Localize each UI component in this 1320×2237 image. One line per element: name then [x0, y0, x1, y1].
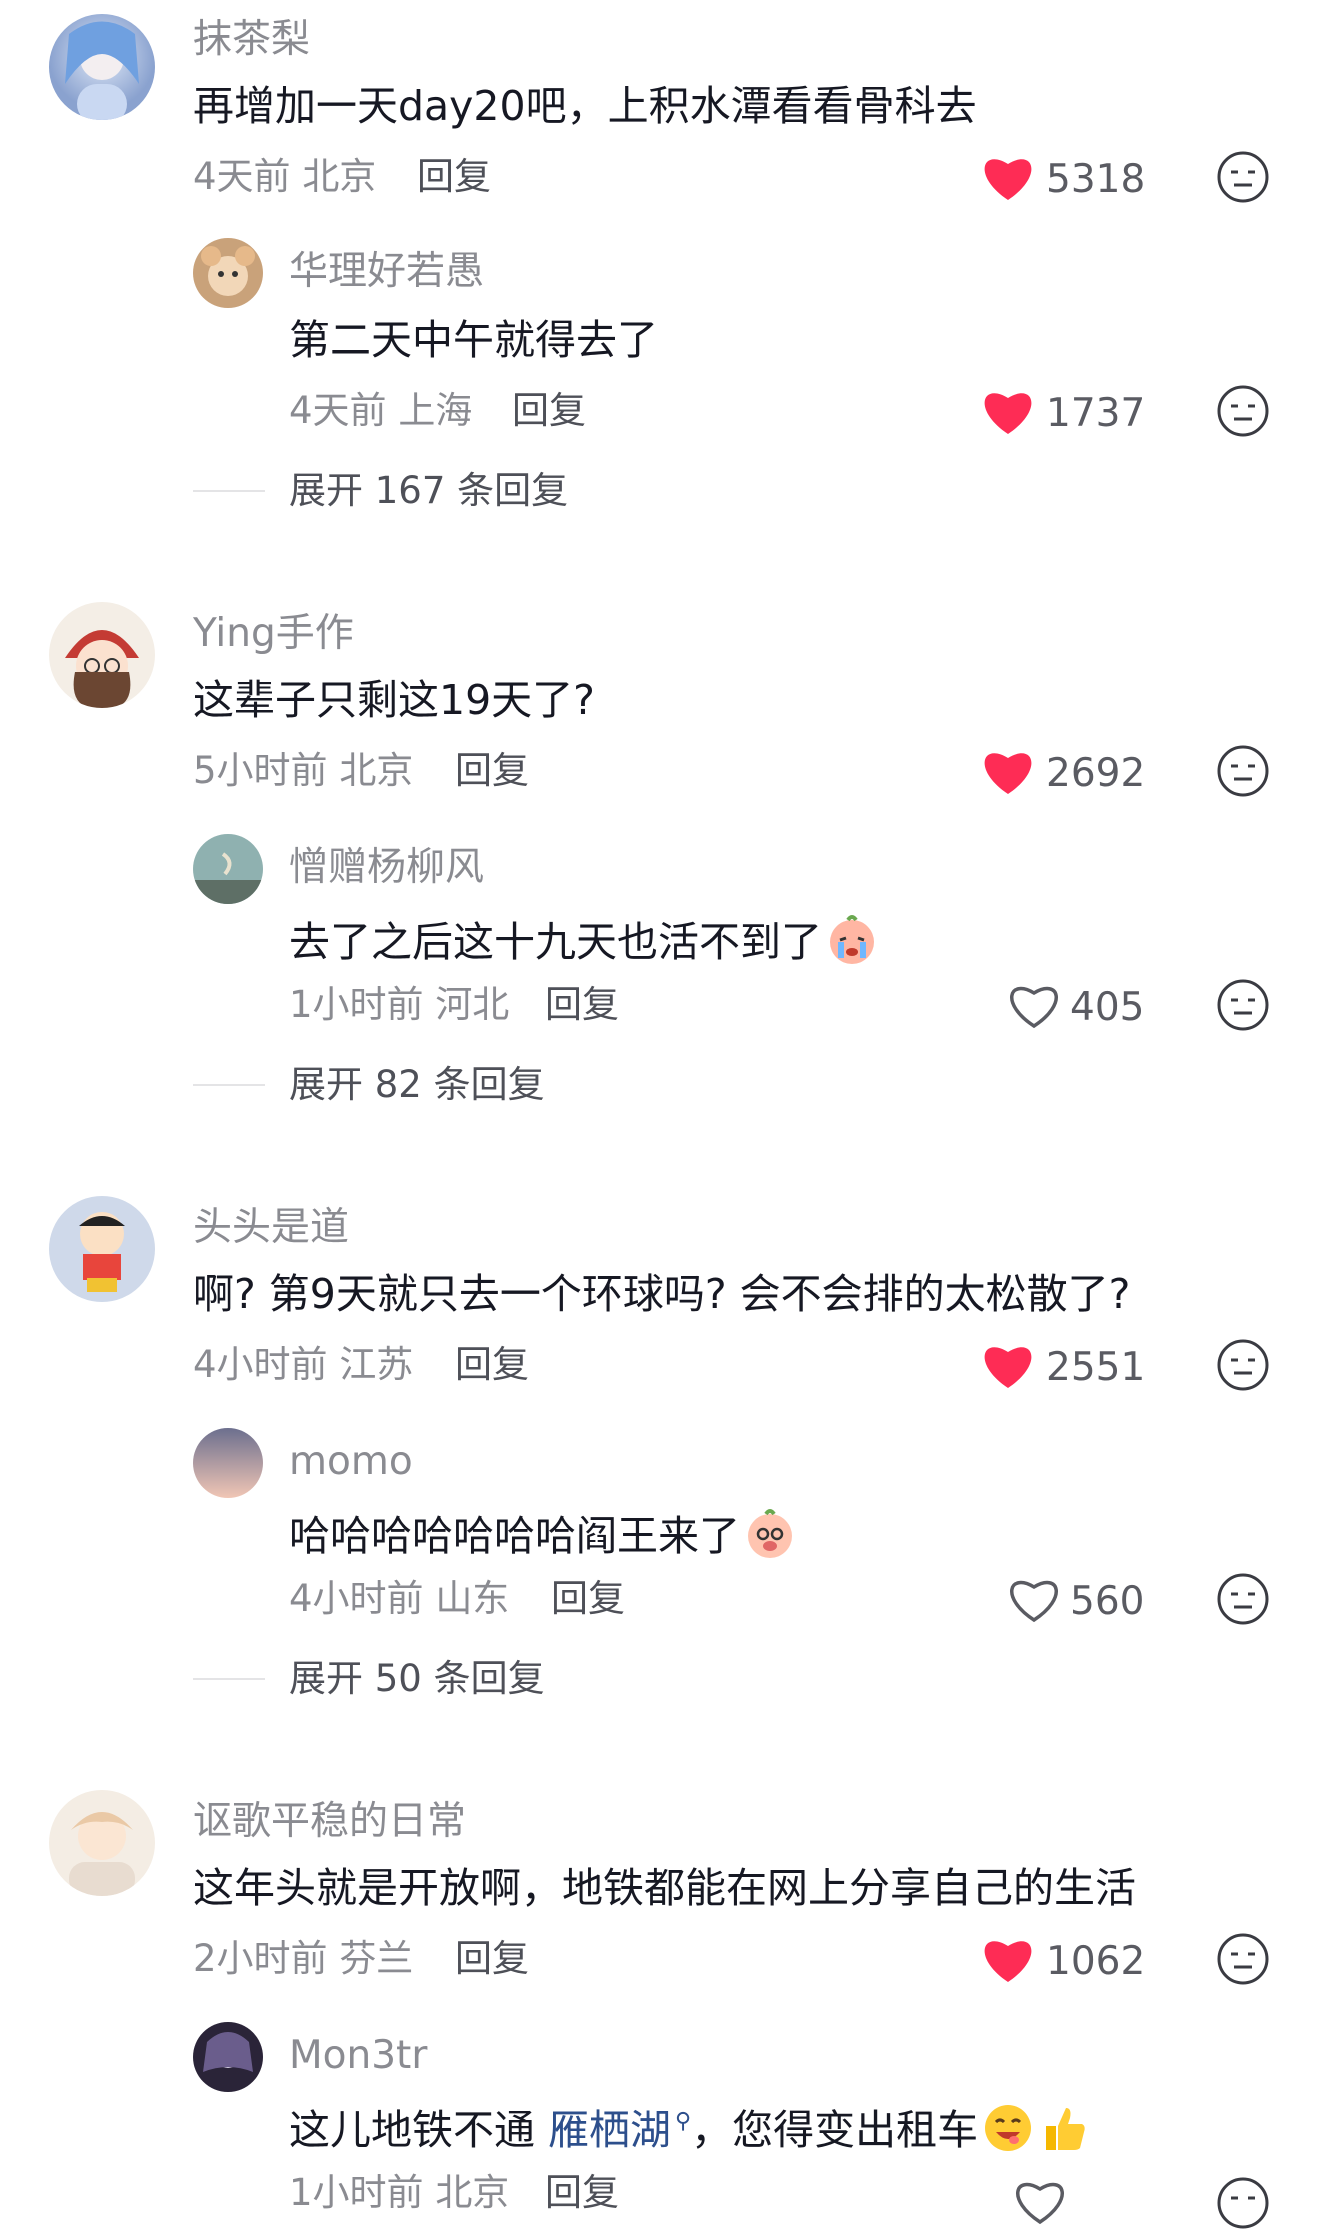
comment-username[interactable]: 抹茶梨	[193, 20, 310, 59]
heart-icon[interactable]	[980, 1934, 1036, 1984]
comment-text-content: 这儿地铁不通	[289, 2106, 549, 2154]
like-count: 5318	[1046, 157, 1146, 202]
comment-username[interactable]: 头头是道	[193, 1208, 349, 1247]
comment-username[interactable]: 华理好若愚	[289, 252, 484, 291]
location-text: 山东	[435, 1577, 510, 1620]
search-link[interactable]: 雁栖湖	[548, 2106, 671, 2154]
comment-text: 这儿地铁不通 雁栖湖 ⚲，您得变出租车	[289, 2102, 1090, 2154]
comment-text: 去了之后这十九天也活不到了	[289, 914, 878, 966]
peach-emoji	[748, 1509, 792, 1558]
time-text: 4天前	[289, 389, 387, 432]
heart-icon[interactable]	[980, 746, 1036, 796]
comment-time: 4天前 北京	[193, 158, 376, 195]
comment-text-content: 去了之后这十九天也活不到了	[289, 918, 822, 966]
dislike-face-icon[interactable]	[1216, 1338, 1270, 1392]
comment-text: 这年头就是开放啊，地铁都能在网上分享自己的生活	[193, 1864, 1136, 1912]
location-text: 北京	[302, 155, 377, 198]
location-text: 北京	[435, 2171, 510, 2214]
comment-text: 再增加一天day20吧，上积水潭看看骨科去	[193, 82, 977, 130]
reply-button[interactable]: 回复	[545, 986, 619, 1023]
comment-username[interactable]: 憎赠杨柳风	[289, 848, 484, 887]
time-text: 5小时前	[193, 749, 328, 792]
like-count: 1062	[1046, 1939, 1146, 1984]
expand-replies-button[interactable]: 展开 50 条回复	[289, 1660, 545, 1697]
dislike-face-icon[interactable]	[1216, 978, 1270, 1032]
comment-username[interactable]: Ying手作	[193, 614, 354, 653]
heart-outline-icon[interactable]	[1006, 980, 1062, 1030]
time-text: 1小时前	[289, 2171, 424, 2214]
heart-icon[interactable]	[980, 1340, 1036, 1390]
dislike-face-icon[interactable]	[1216, 1572, 1270, 1626]
time-text: 4天前	[193, 155, 291, 198]
reply-button[interactable]: 回复	[551, 1580, 625, 1617]
location-text: 北京	[339, 749, 414, 792]
like-count: 2692	[1046, 751, 1146, 796]
reply-button[interactable]: 回复	[417, 158, 491, 195]
heart-icon[interactable]	[980, 386, 1036, 436]
avatar[interactable]	[193, 238, 263, 308]
expand-replies-button[interactable]: 展开 167 条回复	[289, 472, 568, 509]
comment-username[interactable]: 讴歌平稳的日常	[193, 1802, 466, 1841]
comment-time: 1小时前 北京	[289, 2174, 509, 2211]
dislike-face-icon[interactable]	[1216, 1932, 1270, 1986]
divider	[193, 1084, 265, 1086]
avatar[interactable]	[49, 1196, 155, 1302]
dislike-face-icon[interactable]	[1216, 2176, 1270, 2230]
divider	[193, 1678, 265, 1680]
expand-replies-button[interactable]: 展开 82 条回复	[289, 1066, 545, 1103]
dislike-face-icon[interactable]	[1216, 384, 1270, 438]
dislike-face-icon[interactable]	[1216, 744, 1270, 798]
comment-time: 4小时前 江苏	[193, 1346, 413, 1383]
location-text: 江苏	[339, 1343, 414, 1386]
avatar[interactable]	[193, 1428, 263, 1498]
time-text: 4小时前	[289, 1577, 424, 1620]
thumbs-up-emoji	[1046, 2108, 1085, 2150]
avatar[interactable]	[49, 14, 155, 120]
reply-button[interactable]: 回复	[455, 1940, 529, 1977]
search-icon[interactable]: ⚲	[675, 2111, 691, 2133]
comment-time: 5小时前 北京	[193, 752, 413, 789]
location-text: 芬兰	[339, 1937, 414, 1980]
comment-time: 2小时前 芬兰	[193, 1940, 413, 1977]
time-text: 1小时前	[289, 983, 424, 1026]
like-count: 560	[1070, 1579, 1145, 1624]
reply-button[interactable]: 回复	[455, 1346, 529, 1383]
reply-button[interactable]: 回复	[512, 392, 586, 429]
avatar[interactable]	[193, 2022, 263, 2092]
comment-text-content: 哈哈哈哈哈哈哈阎王来了	[289, 1512, 740, 1560]
comment-text: 这辈子只剩这19天了?	[193, 676, 595, 724]
grin-emoji	[985, 2105, 1032, 2151]
comment-text: 第二天中午就得去了	[289, 316, 658, 364]
heart-icon[interactable]	[980, 152, 1036, 202]
comment-username[interactable]: momo	[289, 1442, 413, 1481]
reply-button[interactable]: 回复	[455, 752, 529, 789]
comment-text: 啊? 第9天就只去一个环球吗? 会不会排的太松散了?	[193, 1270, 1131, 1318]
avatar[interactable]	[49, 1790, 155, 1896]
location-text: 河北	[435, 983, 510, 1026]
location-text: 上海	[398, 389, 473, 432]
comment-time: 4小时前 山东	[289, 1580, 509, 1617]
comment-time: 4天前 上海	[289, 392, 472, 429]
reply-button[interactable]: 回复	[545, 2174, 619, 2211]
time-text: 4小时前	[193, 1343, 328, 1386]
heart-outline-icon[interactable]	[1012, 2176, 1068, 2226]
comment-text-content: ，您得变出租车	[691, 2106, 979, 2154]
time-text: 2小时前	[193, 1937, 328, 1980]
dislike-face-icon[interactable]	[1216, 150, 1270, 204]
like-count: 1737	[1046, 391, 1146, 436]
comment-username[interactable]: Mon3tr	[289, 2036, 427, 2075]
comment-text: 哈哈哈哈哈哈哈阎王来了	[289, 1508, 796, 1560]
avatar[interactable]	[49, 602, 155, 708]
divider	[193, 490, 265, 492]
heart-outline-icon[interactable]	[1006, 1574, 1062, 1624]
like-count: 2551	[1046, 1345, 1146, 1390]
comment-time: 1小时前 河北	[289, 986, 509, 1023]
avatar[interactable]	[193, 834, 263, 904]
like-count: 405	[1070, 985, 1145, 1030]
crying-emoji	[830, 915, 874, 964]
